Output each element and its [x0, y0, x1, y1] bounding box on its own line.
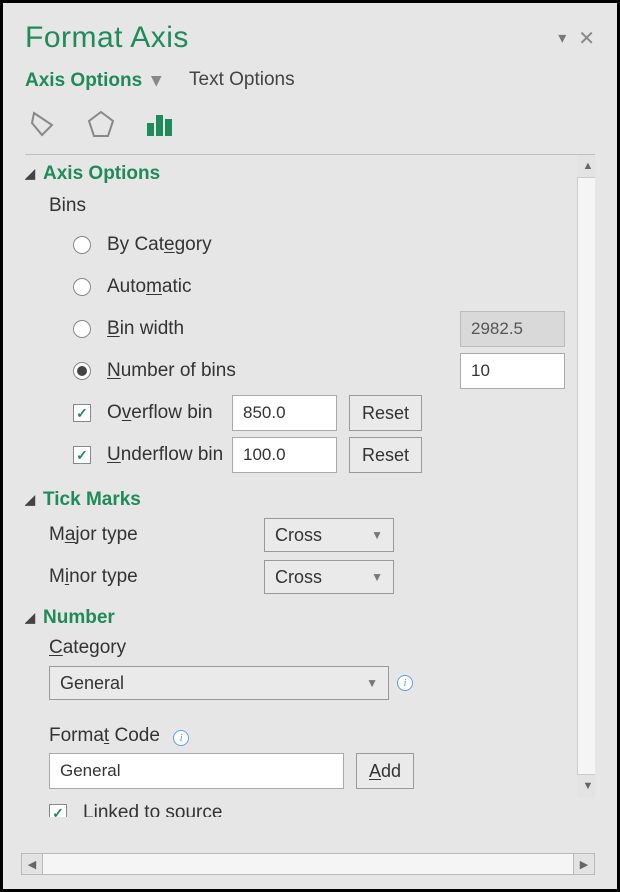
major-type-label: Major type — [49, 524, 264, 546]
panel-menu-icon[interactable]: ▾ — [558, 28, 566, 48]
automatic-label: Automatic — [107, 276, 565, 298]
checkbox-overflow-bin[interactable] — [73, 404, 91, 422]
category-label: Category — [49, 637, 565, 659]
number-of-bins-input[interactable] — [460, 353, 565, 389]
scroll-track[interactable] — [43, 853, 573, 875]
scroll-down-icon[interactable]: ▼ — [577, 775, 595, 797]
radio-bin-width[interactable] — [73, 320, 91, 338]
chevron-down-icon: ▼ — [371, 528, 383, 542]
axis-options-icon[interactable] — [141, 106, 177, 142]
radio-automatic[interactable] — [73, 278, 91, 296]
chevron-down-icon: ▼ — [371, 570, 383, 584]
bin-width-input — [460, 311, 565, 347]
checkbox-linked-to-source[interactable] — [49, 804, 67, 817]
tab-text-options[interactable]: Text Options — [189, 69, 295, 92]
overflow-reset-button[interactable]: Reset — [349, 395, 422, 431]
section-number[interactable]: ◢ Number — [25, 607, 565, 629]
underflow-bin-input[interactable] — [232, 437, 337, 473]
scroll-right-icon[interactable]: ▶ — [573, 853, 595, 875]
radio-by-category[interactable] — [73, 236, 91, 254]
number-of-bins-label: Number of bins — [107, 360, 460, 382]
info-icon[interactable]: i — [397, 675, 413, 691]
scroll-left-icon[interactable]: ◀ — [21, 853, 43, 875]
chevron-down-icon: ▼ — [366, 676, 378, 690]
format-code-input[interactable] — [49, 753, 344, 789]
underflow-reset-button[interactable]: Reset — [349, 437, 422, 473]
checkbox-underflow-bin[interactable] — [73, 446, 91, 464]
format-code-label: Format Code i — [49, 725, 565, 747]
collapse-icon: ◢ — [25, 492, 35, 508]
overflow-bin-label: Overflow bin — [107, 402, 232, 424]
section-tick-marks[interactable]: ◢ Tick Marks — [25, 489, 565, 511]
overflow-bin-input[interactable] — [232, 395, 337, 431]
horizontal-scrollbar[interactable]: ◀ ▶ — [21, 853, 595, 875]
minor-type-label: Minor type — [49, 566, 264, 588]
panel-title: Format Axis — [25, 21, 558, 55]
linked-to-source-label: Linked to source — [83, 802, 565, 817]
add-button[interactable]: Add — [356, 753, 414, 789]
category-select[interactable]: General▼ — [49, 666, 389, 700]
close-icon[interactable]: ✕ — [578, 26, 595, 51]
format-toolbar — [25, 106, 595, 142]
scroll-up-icon[interactable]: ▲ — [577, 155, 595, 177]
vertical-scrollbar[interactable]: ▲ ▼ — [577, 155, 595, 797]
section-axis-options[interactable]: ◢ Axis Options — [25, 163, 565, 185]
scroll-track[interactable] — [577, 177, 595, 775]
collapse-icon: ◢ — [25, 166, 35, 182]
by-category-label: By Category — [107, 234, 565, 256]
underflow-bin-label: Underflow bin — [107, 444, 232, 466]
radio-number-of-bins[interactable] — [73, 362, 91, 380]
major-type-select[interactable]: Cross▼ — [264, 518, 394, 552]
bins-label: Bins — [49, 195, 565, 217]
format-axis-panel: Format Axis ▾ ✕ Axis Options ▾ Text Opti… — [0, 0, 620, 892]
fill-line-icon[interactable] — [25, 106, 61, 142]
bin-width-label: Bin width — [107, 318, 460, 340]
info-icon[interactable]: i — [173, 730, 189, 746]
minor-type-select[interactable]: Cross▼ — [264, 560, 394, 594]
tab-axis-options[interactable]: Axis Options ▾ — [25, 69, 161, 92]
effects-icon[interactable] — [83, 106, 119, 142]
collapse-icon: ◢ — [25, 610, 35, 626]
